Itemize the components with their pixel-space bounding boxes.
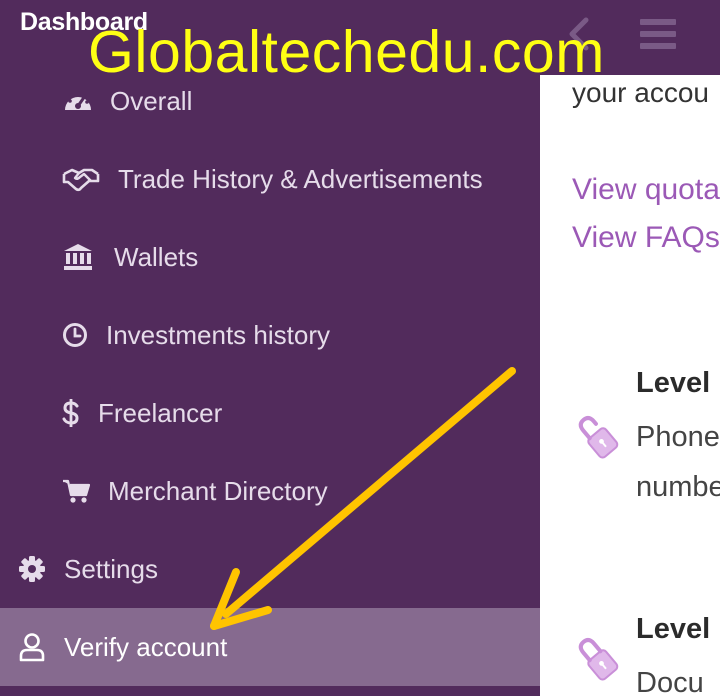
sidebar-nav: Overall Trade History & Advertisements W… xyxy=(0,62,558,696)
dashboard-gauge-icon xyxy=(62,86,94,116)
dashboard-title: Dashboard xyxy=(20,8,148,36)
sidebar-item-freelancer[interactable]: Freelancer xyxy=(0,374,602,452)
chevron-left-icon xyxy=(569,17,589,51)
sidebar-item-merchant-directory[interactable]: Merchant Directory xyxy=(0,452,602,530)
sidebar-item-trade-history[interactable]: Trade History & Advertisements xyxy=(0,140,602,218)
view-quota-link[interactable]: View quota xyxy=(572,173,720,207)
level-1-title: Level xyxy=(636,367,711,399)
sidebar-item-label: Overall xyxy=(110,85,193,116)
hamburger-icon xyxy=(640,19,676,49)
view-faqs-link[interactable]: View FAQs xyxy=(572,221,720,255)
level-1-desc-line-2: numbe xyxy=(636,471,720,503)
sidebar-item-investments-history[interactable]: Investments history xyxy=(0,296,602,374)
gear-icon xyxy=(18,554,46,584)
back-button[interactable] xyxy=(562,14,598,54)
sidebar-item-settings[interactable]: Settings xyxy=(0,530,558,608)
verification-content-panel: your accou View quota View FAQs Level Ph… xyxy=(540,75,720,696)
menu-button[interactable] xyxy=(640,19,676,49)
level-1-desc-line-1: Phone xyxy=(636,421,720,453)
bank-icon xyxy=(62,242,94,272)
clock-icon xyxy=(62,320,88,350)
locked-icon xyxy=(570,631,624,685)
unlocked-lock-icon xyxy=(570,409,624,463)
sidebar-item-label: Settings xyxy=(64,553,158,584)
sidebar-item-wallets[interactable]: Wallets xyxy=(0,218,602,296)
sidebar-item-label: Freelancer xyxy=(98,397,223,428)
app-frame: Dashboard Overall Trade History & Advert… xyxy=(0,0,720,696)
sidebar-item-label: Trade History & Advertisements xyxy=(118,163,483,194)
sidebar-item-label: Wallets xyxy=(114,241,199,272)
level-2-title: Level xyxy=(636,613,711,645)
handshake-icon xyxy=(62,164,100,194)
sidebar-item-overall[interactable]: Overall xyxy=(0,62,602,140)
cart-icon xyxy=(62,476,90,506)
sidebar-item-label: Verify account xyxy=(64,631,228,662)
sidebar-item-verify-account[interactable]: Verify account xyxy=(0,608,558,686)
sidebar-item-label: Investments history xyxy=(106,319,330,350)
level-2-desc-line-1: Docu xyxy=(636,667,704,696)
sidebar-item-label: Merchant Directory xyxy=(108,475,328,506)
user-icon xyxy=(18,632,46,662)
intro-text: your accou xyxy=(572,77,709,108)
dollar-icon xyxy=(62,396,80,430)
